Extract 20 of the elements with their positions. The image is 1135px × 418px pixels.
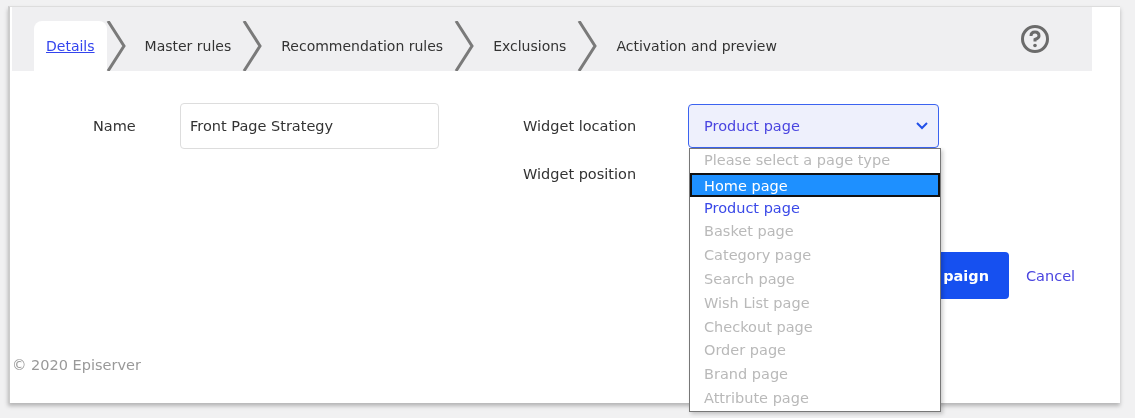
step-tab[interactable]: Exclusions (481, 21, 579, 71)
chevron-icon (576, 21, 599, 71)
field-label: Name (93, 118, 137, 134)
step-tab[interactable]: Activation and preview (604, 21, 789, 71)
step-tab[interactable]: Details (34, 21, 107, 71)
field-label: Widget position (523, 166, 638, 182)
chevron-icon (453, 21, 476, 71)
location-select[interactable]: Product page (688, 104, 939, 148)
chevron-icon (241, 21, 264, 71)
step-tab[interactable]: Recommendation rules (269, 21, 456, 71)
field-label: Widget location (523, 118, 638, 134)
chevron-down-icon (916, 122, 928, 130)
help-icon[interactable] (1020, 24, 1050, 54)
step-tab[interactable]: Master rules (132, 21, 244, 71)
dropdown-option[interactable]: Home page (690, 172, 940, 197)
dropdown-option[interactable]: Product page (690, 196, 940, 221)
name-input[interactable]: Front Page Strategy (180, 103, 439, 149)
chevron-icon (104, 21, 127, 71)
copyright-text: © 2020 Episerver (12, 357, 141, 373)
cancel-link[interactable]: Cancel (1026, 267, 1076, 284)
